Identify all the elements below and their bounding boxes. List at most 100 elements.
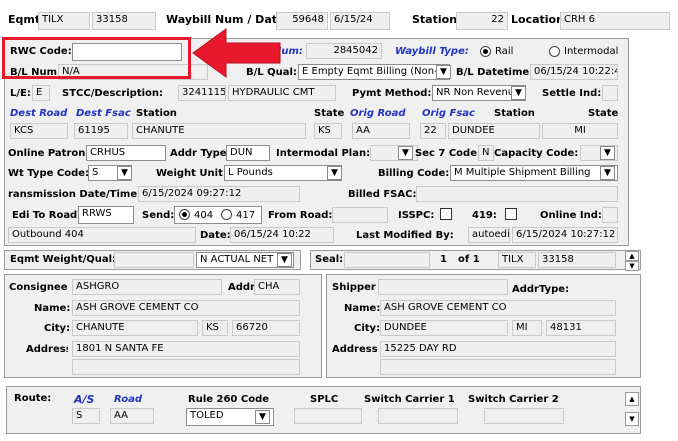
eqmt-initial-field[interactable]: TILX (38, 12, 90, 30)
from-road-label: From Road: (268, 210, 333, 221)
intermodal-option-label: Intermodal (564, 46, 619, 57)
isspc-checkbox[interactable] (440, 208, 452, 220)
eqmt-number-field[interactable]: 33158 (92, 12, 156, 30)
consignee-city-label: City: (44, 323, 71, 334)
wt-type-dropdown-arrow-icon[interactable]: ▼ (117, 166, 132, 180)
transmission-datetime-field[interactable]: 6/15/2024 09:27:12 (138, 186, 300, 202)
waybill-type-rail-radio[interactable] (480, 46, 491, 57)
pymt-method-dropdown-arrow-icon[interactable]: ▼ (511, 86, 526, 100)
waybill-date-field[interactable]: 6/15/24 (330, 12, 390, 30)
orig-fsac-field[interactable]: 22 (420, 123, 446, 139)
consignee-code-field[interactable]: ASHGRO (72, 279, 222, 295)
outbound-field[interactable]: Outbound 404 (8, 227, 196, 243)
send-417-label: 417 (236, 210, 256, 221)
splc-field[interactable] (294, 408, 362, 424)
bl-qual-select[interactable]: E Empty Eqmt Billing (Non-Re (298, 64, 450, 80)
num-field[interactable]: 2845042 (306, 43, 382, 59)
annotation-arrow-shape (192, 28, 281, 78)
shipper-city-label: City: (354, 323, 381, 334)
stcc-code-field[interactable]: 3241115 (178, 85, 226, 101)
consignee-address-line1[interactable]: 1801 N SANTA FE (72, 341, 300, 357)
switch-carrier-2-field[interactable] (484, 408, 564, 424)
419-label: 419: (472, 210, 497, 221)
shipper-address-line2[interactable] (380, 359, 616, 375)
seal-eqmt-initial[interactable]: TILX (498, 252, 536, 268)
switch-carrier-1-header: Switch Carrier 1 (364, 394, 455, 405)
intermodal-plan-label: Intermodal Plan: (276, 148, 371, 159)
dest-station-field[interactable]: CHANUTE (132, 123, 306, 139)
billed-fsac-field[interactable] (416, 186, 618, 202)
route-road-field[interactable]: AA (110, 408, 154, 424)
shipper-state-field[interactable]: MI (512, 320, 542, 336)
edi-to-road-input[interactable]: RRWS (78, 206, 134, 224)
consignee-addrtype-field[interactable]: CHA (254, 279, 300, 295)
dest-road-field[interactable]: KCS (10, 123, 68, 139)
billed-fsac-label: Billed FSAC: (348, 189, 417, 200)
le-field[interactable]: E (32, 85, 50, 101)
dest-fsac-header: Dest Fsac (76, 108, 131, 119)
station-field[interactable]: 22 (456, 12, 508, 30)
rail-option-label: Rail (495, 46, 514, 57)
consignee-name-field[interactable]: ASH GROVE CEMENT CO (72, 300, 300, 316)
orig-road-field[interactable]: AA (352, 123, 410, 139)
consignee-address-line2[interactable] (72, 359, 300, 375)
intermodal-plan-dropdown-arrow-icon[interactable]: ▼ (398, 146, 413, 160)
waybill-type-label: Waybill Type: (395, 46, 469, 57)
capacity-code-dropdown-arrow-icon[interactable]: ▼ (600, 146, 615, 160)
online-ind-field[interactable] (602, 207, 618, 223)
seal-scroll-down-icon[interactable]: ▼ (625, 261, 639, 271)
billing-code-dropdown-arrow-icon[interactable]: ▼ (600, 166, 615, 180)
billing-code-select[interactable]: M Multiple Shipment Billing (450, 165, 618, 181)
eqmt-weight-field[interactable] (114, 252, 194, 268)
consignee-city-field[interactable]: CHANUTE (72, 320, 198, 336)
route-scroll-down-icon[interactable]: ▼ (625, 412, 639, 426)
stcc-description-field[interactable]: HYDRAULIC CMT (228, 85, 336, 101)
dest-fsac-field[interactable]: 61195 (74, 123, 128, 139)
consignee-zip-field[interactable]: 66720 (232, 320, 300, 336)
switch-carrier-2-header: Switch Carrier 2 (468, 394, 559, 405)
weight-qual-dropdown-arrow-icon[interactable]: ▼ (277, 253, 292, 267)
addr-type-input[interactable]: DUN (226, 145, 270, 161)
shipper-name-field[interactable]: ASH GROVE CEMENT CO (380, 300, 616, 316)
dest-state-field[interactable]: KS (314, 123, 342, 139)
seal-label: Seal: (315, 254, 344, 265)
orig-station-header: Station (494, 108, 535, 119)
seal-scroll-up-icon[interactable]: ▲ (625, 251, 639, 261)
route-as-field[interactable]: S (72, 408, 100, 424)
bl-qual-dropdown-arrow-icon[interactable]: ▼ (436, 65, 451, 79)
shipper-code-field[interactable] (378, 279, 508, 295)
dest-station-header: Station (136, 108, 177, 119)
419-checkbox[interactable] (505, 208, 517, 220)
settle-ind-field[interactable] (602, 85, 618, 101)
weight-unit-dropdown-arrow-icon[interactable]: ▼ (327, 166, 342, 180)
date-field[interactable]: 06/15/24 10:22 (230, 227, 334, 243)
last-modified-user-field[interactable]: autoedi (468, 227, 510, 243)
weight-unit-select[interactable]: L Pounds (224, 165, 342, 181)
consignee-state-field[interactable]: KS (202, 320, 228, 336)
switch-carrier-1-field[interactable] (378, 408, 458, 424)
shipper-zip-field[interactable]: 48131 (546, 320, 616, 336)
location-field[interactable]: CRH 6 (560, 12, 670, 30)
send-404-radio[interactable] (179, 209, 190, 220)
splc-header: SPLC (310, 394, 339, 405)
orig-station-field[interactable]: DUNDEE (448, 123, 540, 139)
shipper-city-field[interactable]: DUNDEE (380, 320, 508, 336)
rule-260-dropdown-arrow-icon[interactable]: ▼ (255, 410, 270, 424)
seal-field[interactable] (344, 252, 430, 268)
pymt-method-label: Pymt Method: (352, 88, 432, 99)
dest-road-header: Dest Road (10, 108, 68, 119)
route-scroll-up-icon[interactable]: ▲ (625, 392, 639, 406)
bl-datetime-field[interactable]: 06/15/24 10:22:41 (530, 64, 618, 80)
shipper-address-line1[interactable]: 15225 DAY RD (380, 341, 616, 357)
billing-code-label: Billing Code: (378, 168, 450, 179)
annotation-arrow-icon (192, 28, 281, 78)
send-417-radio[interactable] (221, 209, 232, 220)
seal-eqmt-number[interactable]: 33158 (538, 252, 616, 268)
orig-state-field[interactable]: MI (542, 123, 618, 139)
waybill-type-intermodal-radio[interactable] (549, 46, 560, 57)
online-patron-input[interactable]: CRHUS (86, 145, 166, 161)
last-modified-time-field[interactable]: 6/15/2024 10:27:12 (512, 227, 618, 243)
from-road-field[interactable] (332, 207, 388, 223)
sec7-code-field[interactable]: N (478, 145, 494, 161)
orig-state-header: State (588, 108, 619, 119)
